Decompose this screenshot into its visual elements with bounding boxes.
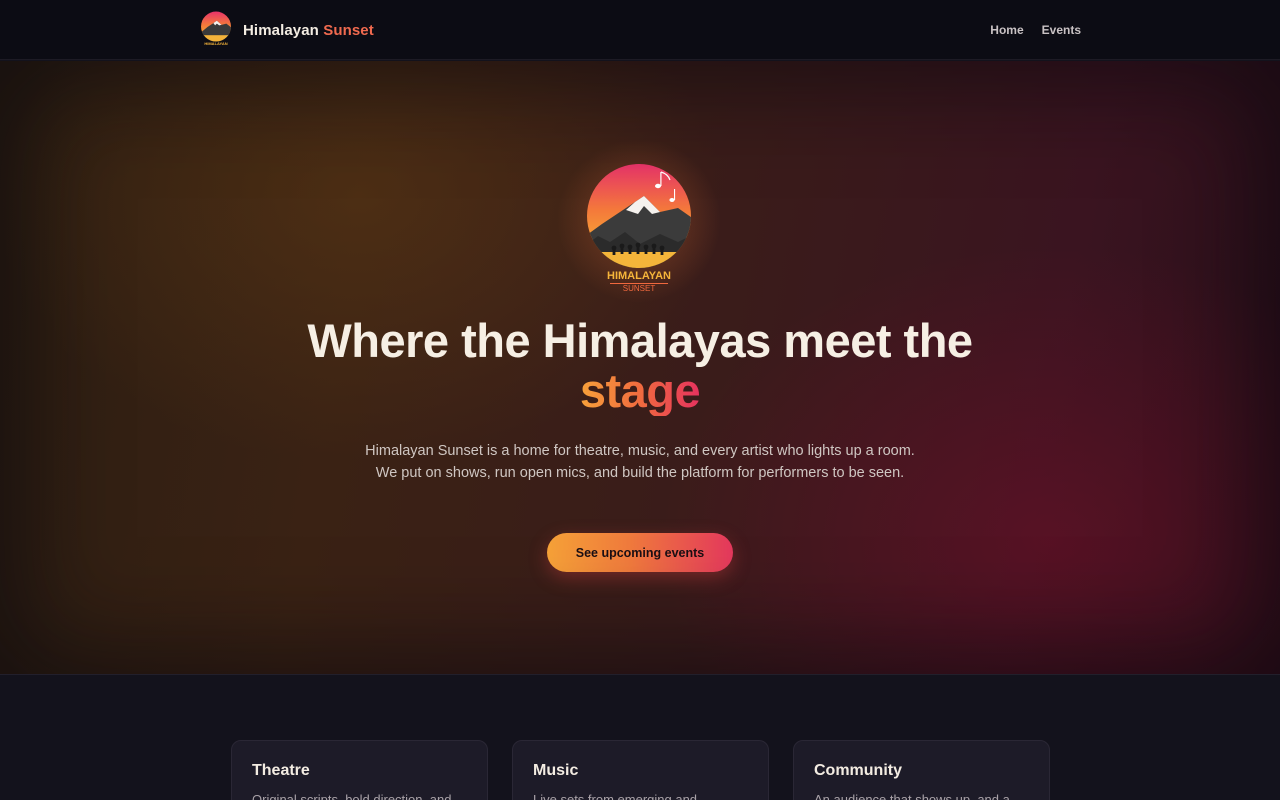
nav-links: Home Events xyxy=(990,0,1081,60)
svg-text:HIMALAYAN: HIMALAYAN xyxy=(607,270,671,282)
svg-text:SUNSET: SUNSET xyxy=(623,284,656,293)
feature-card-title: Community xyxy=(814,762,902,779)
hero-section: HIMALAYAN SUNSET Where the Himalayas mee… xyxy=(0,61,1280,674)
brand-name-accent: Sunset xyxy=(323,21,374,39)
brand-logo-icon: HIMALAYAN xyxy=(201,11,231,46)
top-nav: HIMALAYAN Himalayan Sunset Home Events xyxy=(0,0,1280,60)
hero-title-main: Where the Himalayas meet the xyxy=(307,314,973,367)
brand[interactable]: HIMALAYAN Himalayan Sunset xyxy=(199,10,374,50)
features-section: Theatre Original scripts, bold direction… xyxy=(0,674,1280,800)
feature-card-text: Live sets from emerging and xyxy=(533,792,698,800)
see-upcoming-events-button[interactable]: See upcoming events xyxy=(547,533,733,572)
hero-logo: HIMALAYAN SUNSET xyxy=(550,132,728,310)
feature-card-title: Theatre xyxy=(252,762,310,779)
brand-name: Himalayan Sunset xyxy=(243,22,374,39)
hero-description: Himalayan Sunset is a home for theatre, … xyxy=(365,443,915,481)
svg-text:HIMALAYAN: HIMALAYAN xyxy=(204,41,227,46)
brand-name-main: Himalayan xyxy=(243,21,319,39)
feature-card-text: Original scripts, bold direction, and xyxy=(252,792,452,800)
nav-link-events[interactable]: Events xyxy=(1042,23,1081,37)
himalayan-sunset-logo-icon: HIMALAYAN SUNSET xyxy=(587,164,691,293)
feature-card-community: Community An audience that shows up, and… xyxy=(793,740,1050,800)
feature-card-title: Music xyxy=(533,762,579,779)
nav-link-home[interactable]: Home xyxy=(990,23,1023,37)
hero-title: Where the Himalayas meet the stage xyxy=(240,316,1040,416)
feature-card-music: Music Live sets from emerging and xyxy=(512,740,769,800)
feature-card-text: An audience that shows up, and a xyxy=(814,792,1010,800)
feature-card-theatre: Theatre Original scripts, bold direction… xyxy=(231,740,488,800)
hero-title-accent: stage xyxy=(579,364,701,417)
